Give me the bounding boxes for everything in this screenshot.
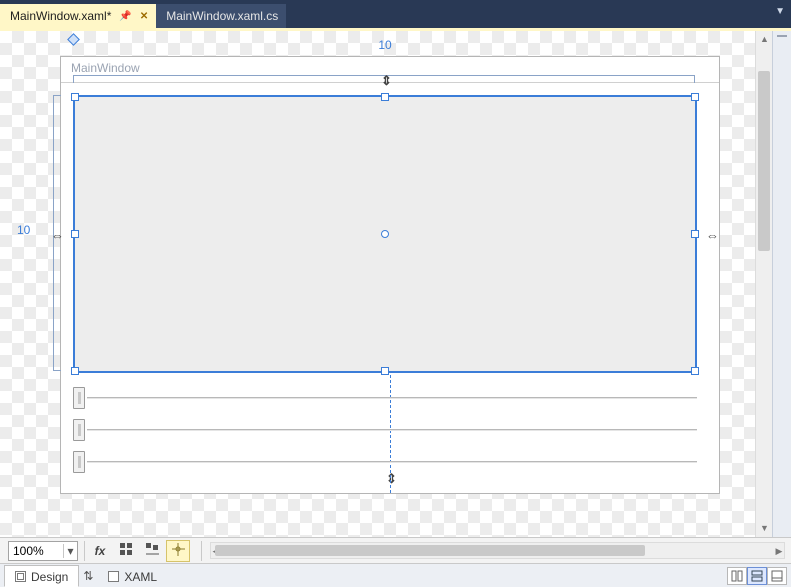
xaml-icon bbox=[108, 571, 119, 582]
resize-handle[interactable] bbox=[381, 367, 389, 375]
slider-track bbox=[87, 429, 697, 431]
panel-grip-icon bbox=[777, 35, 787, 37]
resize-handle[interactable] bbox=[71, 230, 79, 238]
vertical-scrollbar[interactable]: ▲ ▼ bbox=[755, 31, 772, 537]
tab-design-label: Design bbox=[31, 570, 68, 584]
resize-handle[interactable] bbox=[71, 367, 79, 375]
crosshair-icon bbox=[172, 543, 185, 559]
pane-collapse-button[interactable] bbox=[767, 567, 787, 585]
resize-handle[interactable] bbox=[71, 93, 79, 101]
swap-panes-icon[interactable]: ⇅ bbox=[79, 569, 97, 583]
designer-toolbar: 100% ▾ fx ◀ ▶ bbox=[0, 537, 791, 563]
scrollbar-thumb[interactable] bbox=[758, 71, 770, 251]
tab-overflow-icon[interactable]: ▼ bbox=[775, 6, 785, 17]
design-icon bbox=[15, 571, 26, 582]
slider-track bbox=[87, 461, 697, 463]
pane-split-vertical-button[interactable] bbox=[727, 567, 747, 585]
side-panel-collapsed[interactable] bbox=[772, 31, 791, 537]
margin-link-left-icon[interactable]: ⇔ bbox=[51, 228, 64, 243]
close-icon[interactable]: ✕ bbox=[140, 11, 148, 22]
margin-link-top-icon[interactable]: ⇕ bbox=[381, 73, 392, 89]
split-vertical-icon bbox=[731, 570, 743, 582]
scroll-down-icon[interactable]: ▼ bbox=[759, 523, 770, 534]
window-body: 10 10 ⇕ ⇔ ⇔ ⇕ bbox=[61, 83, 719, 493]
tab-label: MainWindow.xaml.cs bbox=[166, 9, 278, 23]
snaplines-icon bbox=[146, 543, 159, 559]
collapse-pane-icon bbox=[771, 570, 783, 582]
pane-layout-buttons bbox=[727, 567, 787, 585]
center-indicator-icon bbox=[381, 230, 389, 238]
slider-thumb[interactable] bbox=[73, 419, 85, 441]
horizontal-scrollbar[interactable]: ◀ ▶ bbox=[210, 542, 785, 559]
resize-handle[interactable] bbox=[691, 93, 699, 101]
tab-label: MainWindow.xaml* bbox=[10, 9, 111, 23]
designer-editor: MainWindow 10 10 ⇕ ⇔ bbox=[0, 28, 791, 537]
document-tab-bar: MainWindow.xaml* 📌 ✕ MainWindow.xaml.cs … bbox=[0, 0, 791, 28]
slider-track bbox=[87, 397, 697, 399]
resize-handle[interactable] bbox=[691, 230, 699, 238]
divider bbox=[84, 541, 85, 561]
resize-handle[interactable] bbox=[381, 93, 389, 101]
margin-link-bottom-icon[interactable]: ⇕ bbox=[386, 471, 397, 487]
pin-icon[interactable]: 📌 bbox=[119, 11, 131, 22]
fx-icon: fx bbox=[95, 544, 106, 558]
resize-handle[interactable] bbox=[691, 367, 699, 375]
slider-thumb[interactable] bbox=[73, 451, 85, 473]
zoom-value: 100% bbox=[9, 544, 63, 558]
slider-control[interactable] bbox=[73, 387, 697, 409]
design-canvas[interactable]: MainWindow 10 10 ⇕ ⇔ bbox=[0, 31, 772, 537]
slider-thumb[interactable] bbox=[73, 387, 85, 409]
selected-element[interactable]: ⇕ ⇔ ⇔ bbox=[73, 95, 697, 373]
scroll-right-icon[interactable]: ▶ bbox=[773, 545, 785, 557]
effects-button[interactable]: fx bbox=[88, 540, 112, 562]
scrollbar-thumb[interactable] bbox=[215, 545, 645, 556]
snap-to-grid-button[interactable] bbox=[166, 540, 190, 562]
grid-snap-button[interactable] bbox=[114, 540, 138, 562]
tab-mainwindow-xaml[interactable]: MainWindow.xaml* 📌 ✕ bbox=[0, 4, 156, 28]
grid-icon bbox=[120, 543, 133, 559]
slider-control[interactable] bbox=[73, 451, 697, 473]
zoom-combo[interactable]: 100% ▾ bbox=[8, 541, 78, 561]
margin-link-right-icon[interactable]: ⇔ bbox=[706, 228, 719, 243]
window-title: MainWindow bbox=[71, 61, 140, 75]
snap-lines-button[interactable] bbox=[140, 540, 164, 562]
scroll-up-icon[interactable]: ▲ bbox=[759, 34, 770, 45]
margin-left-value: 10 bbox=[17, 223, 30, 237]
margin-top-value: 10 bbox=[378, 38, 391, 52]
spacer bbox=[192, 540, 198, 562]
tab-xaml-label: XAML bbox=[124, 570, 157, 584]
chevron-down-icon[interactable]: ▾ bbox=[63, 544, 77, 558]
designed-window[interactable]: MainWindow 10 10 ⇕ ⇔ bbox=[60, 56, 720, 494]
tab-design[interactable]: Design bbox=[4, 565, 79, 587]
split-horizontal-icon bbox=[751, 570, 763, 582]
tab-mainwindow-xaml-cs[interactable]: MainWindow.xaml.cs bbox=[156, 4, 286, 28]
divider bbox=[201, 541, 202, 561]
pane-split-horizontal-button[interactable] bbox=[747, 567, 767, 585]
tab-xaml[interactable]: XAML bbox=[97, 565, 168, 587]
slider-control[interactable] bbox=[73, 419, 697, 441]
designer-pane-tabs: Design ⇅ XAML bbox=[0, 563, 791, 587]
